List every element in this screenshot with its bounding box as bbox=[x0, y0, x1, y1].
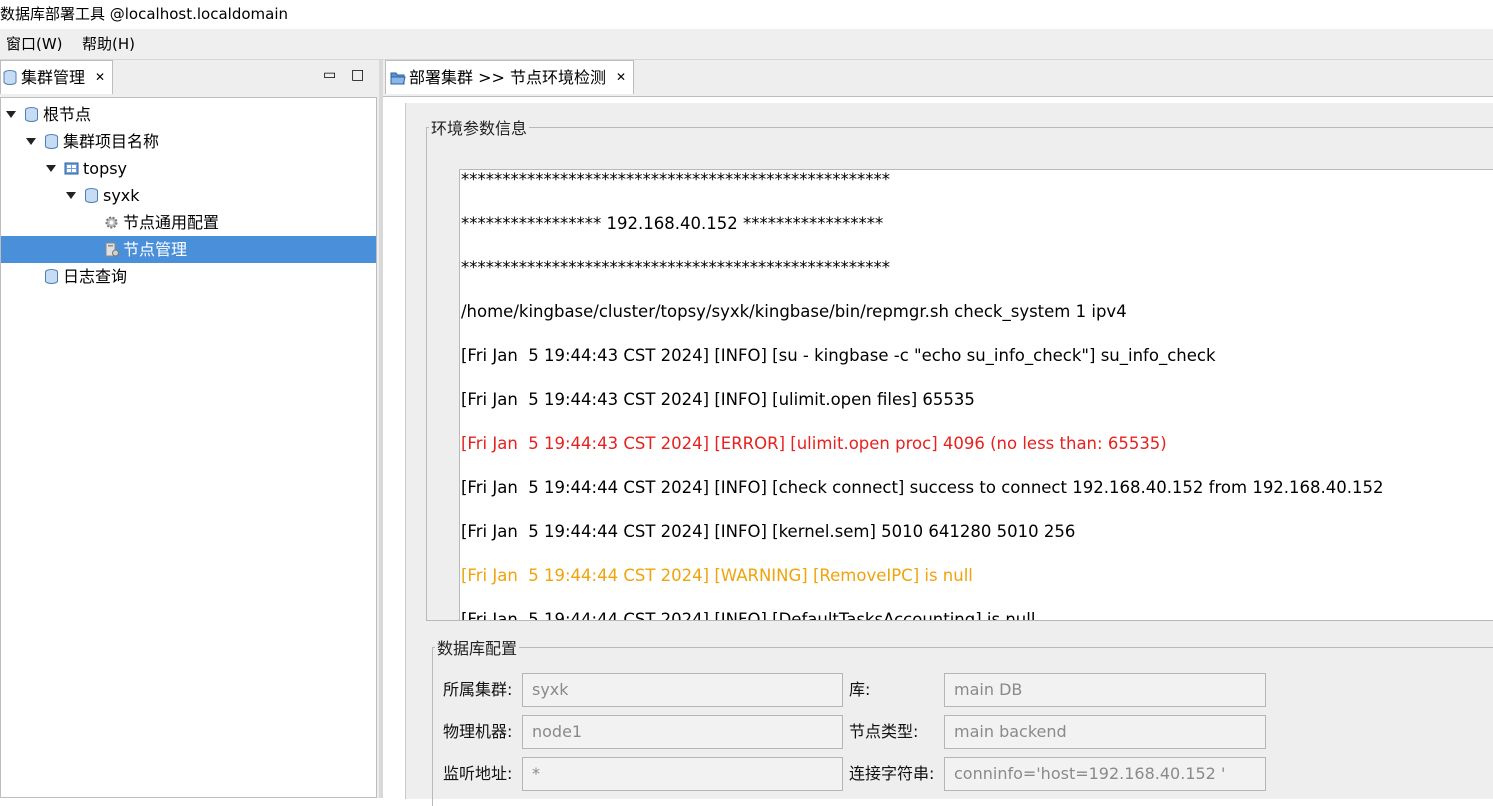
tree-node-label: 根节点 bbox=[43, 105, 92, 124]
tree-node-label: topsy bbox=[83, 159, 128, 178]
cluster-tree: 根节点 集群项目名称 topsy syxk 节点通用配置 节点管理 日志查询 bbox=[0, 97, 377, 798]
tab-node-env-check[interactable]: 部署集群 >> 节点环境检测 ✕ bbox=[385, 60, 634, 94]
chevron-down-icon[interactable] bbox=[46, 165, 56, 172]
log-line: ***************** 192.168.40.152 *******… bbox=[461, 214, 884, 233]
machine-label: 物理机器: bbox=[443, 722, 513, 741]
gear-icon bbox=[105, 216, 118, 229]
log-line: /home/kingbase/cluster/topsy/syxk/kingba… bbox=[461, 302, 1127, 321]
maximize-icon[interactable]: □ bbox=[351, 68, 364, 82]
menu-window[interactable]: 窗口(W) bbox=[6, 29, 63, 59]
node-type-label: 节点类型: bbox=[849, 722, 919, 741]
folder-icon bbox=[390, 72, 406, 85]
env-check-content: 环境参数信息 *********************************… bbox=[383, 96, 1493, 806]
database-icon bbox=[45, 134, 58, 149]
tree-node-log-query[interactable]: 日志查询 bbox=[1, 263, 376, 290]
editor-pane: 部署集群 >> 节点环境检测 ✕ 环境参数信息 ****************… bbox=[383, 60, 1493, 806]
tree-node-label: 集群项目名称 bbox=[63, 132, 160, 151]
env-params-group: 环境参数信息 *********************************… bbox=[426, 115, 1493, 621]
db-label: 库: bbox=[849, 680, 871, 699]
tree-node-root[interactable]: 根节点 bbox=[1, 101, 376, 128]
tree-node-label: syxk bbox=[103, 186, 140, 205]
cluster-label: 所属集群: bbox=[443, 680, 513, 699]
tree-node-topsy[interactable]: topsy bbox=[1, 155, 376, 182]
window-titlebar: 数据库部署工具 @localhost.localdomain bbox=[0, 0, 1493, 29]
tree-node-node-management[interactable]: 节点管理 bbox=[1, 236, 376, 263]
env-log-output[interactable]: ****************************************… bbox=[459, 169, 1493, 621]
listen-address-field[interactable]: * bbox=[522, 757, 843, 791]
tree-node-label: 节点通用配置 bbox=[123, 213, 220, 232]
log-line: [Fri Jan 5 19:44:44 CST 2024] [INFO] [ch… bbox=[461, 478, 1384, 497]
cluster-icon bbox=[64, 162, 79, 175]
database-icon bbox=[85, 188, 98, 203]
chevron-down-icon[interactable] bbox=[66, 192, 76, 199]
database-icon bbox=[3, 70, 17, 85]
log-line-error: [Fri Jan 5 19:44:43 CST 2024] [ERROR] [u… bbox=[461, 434, 1167, 453]
log-line: [Fri Jan 5 19:44:44 CST 2024] [INFO] [ke… bbox=[461, 522, 1076, 541]
minimize-icon[interactable]: ▭ bbox=[323, 68, 336, 82]
env-check-form: 环境参数信息 *********************************… bbox=[405, 103, 1493, 806]
tree-node-label: 日志查询 bbox=[63, 267, 128, 286]
listen-address-label: 监听地址: bbox=[443, 764, 513, 783]
window-title: 数据库部署工具 @localhost.localdomain bbox=[0, 5, 288, 23]
db-field[interactable]: main DB bbox=[944, 673, 1266, 707]
cluster-field[interactable]: syxk bbox=[522, 673, 843, 707]
close-icon[interactable]: ✕ bbox=[616, 61, 626, 94]
machine-field[interactable]: node1 bbox=[522, 715, 843, 749]
tab-label: 集群管理 bbox=[21, 68, 86, 87]
conninfo-label: 连接字符串: bbox=[849, 764, 935, 783]
tab-label: 部署集群 >> 节点环境检测 bbox=[409, 68, 606, 87]
database-icon bbox=[25, 107, 38, 122]
tree-node-syxk[interactable]: syxk bbox=[1, 182, 376, 209]
log-line: [Fri Jan 5 19:44:43 CST 2024] [INFO] [su… bbox=[461, 346, 1216, 365]
log-line: [Fri Jan 5 19:44:44 CST 2024] [INFO] [De… bbox=[461, 610, 1036, 621]
node-type-field[interactable]: main backend bbox=[944, 715, 1266, 749]
log-line: ****************************************… bbox=[461, 170, 890, 189]
log-line: ****************************************… bbox=[461, 258, 890, 277]
tree-node-project[interactable]: 集群项目名称 bbox=[1, 128, 376, 155]
tab-cluster-management[interactable]: 集群管理 ✕ bbox=[0, 60, 113, 94]
db-config-legend: 数据库配置 bbox=[437, 639, 518, 658]
tree-node-label: 节点管理 bbox=[123, 240, 188, 259]
menu-help[interactable]: 帮助(H) bbox=[82, 29, 135, 59]
menu-bar: 窗口(W) 帮助(H) bbox=[0, 29, 1493, 60]
cluster-management-pane: 集群管理 ✕ ▭ □ 根节点 集群项目名称 topsy syxk 节点通用配置 … bbox=[0, 60, 379, 798]
log-line: [Fri Jan 5 19:44:43 CST 2024] [INFO] [ul… bbox=[461, 390, 975, 409]
env-params-legend: 环境参数信息 bbox=[431, 119, 528, 138]
conninfo-field[interactable]: conninfo='host=192.168.40.152 ' bbox=[944, 757, 1266, 791]
database-icon bbox=[45, 269, 58, 284]
close-icon[interactable]: ✕ bbox=[95, 61, 105, 94]
server-icon bbox=[105, 242, 119, 257]
chevron-down-icon[interactable] bbox=[26, 138, 36, 145]
tree-node-general-config[interactable]: 节点通用配置 bbox=[1, 209, 376, 236]
log-line-warning: [Fri Jan 5 19:44:44 CST 2024] [WARNING] … bbox=[461, 566, 973, 585]
chevron-down-icon[interactable] bbox=[6, 111, 16, 118]
